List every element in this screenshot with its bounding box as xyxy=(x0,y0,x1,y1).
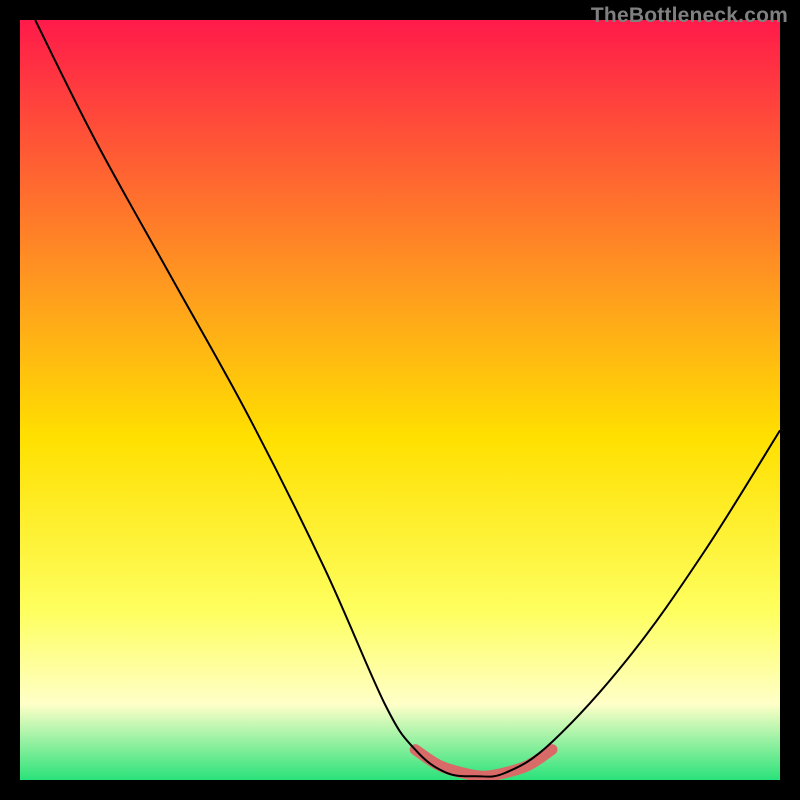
gradient-background xyxy=(20,20,780,780)
chart-svg xyxy=(20,20,780,780)
watermark-text: TheBottleneck.com xyxy=(591,4,788,28)
bottleneck-chart: TheBottleneck.com xyxy=(0,0,800,800)
plot-area xyxy=(20,20,780,780)
